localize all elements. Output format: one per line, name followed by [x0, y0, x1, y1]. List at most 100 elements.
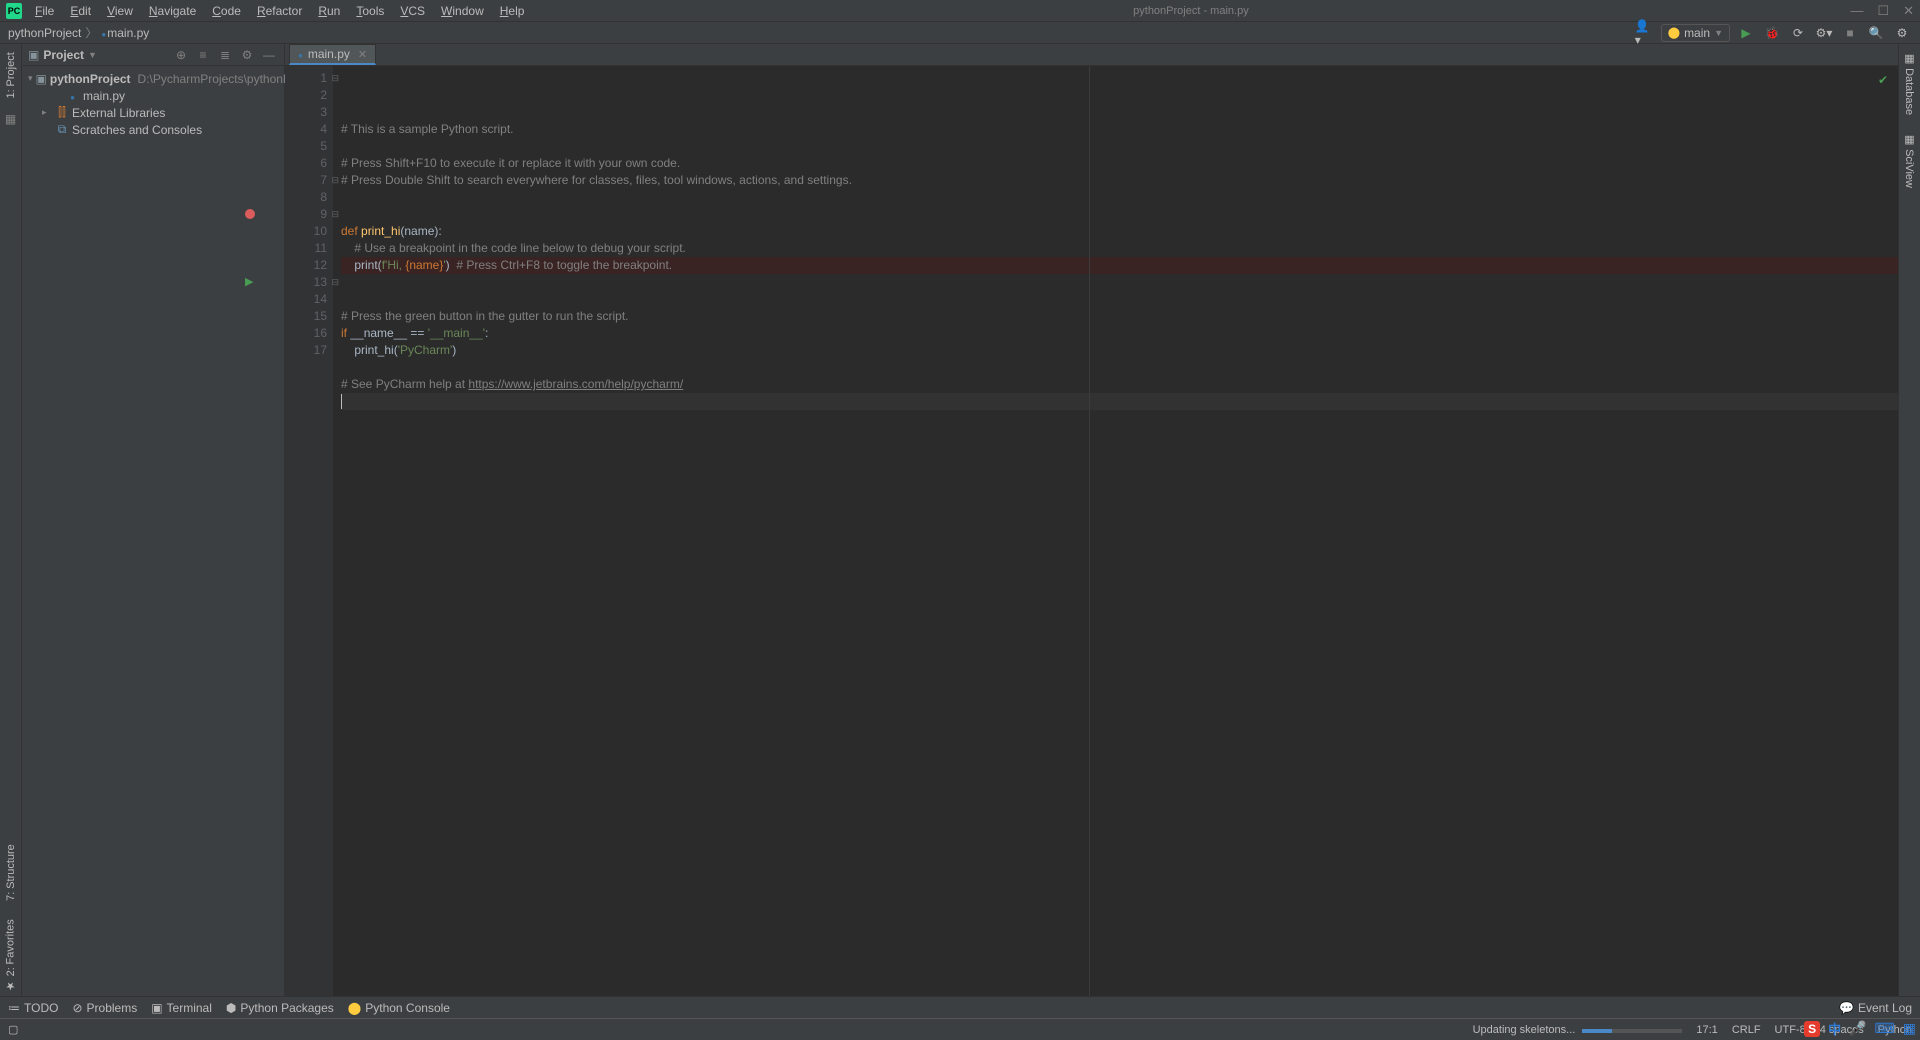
app-icon: PC	[6, 3, 22, 19]
tree-root[interactable]: ▾ ▣ pythonProject D:\PycharmProjects\pyt…	[22, 70, 284, 87]
library-icon: ⫿⫿	[55, 105, 69, 120]
structure-tool-tab[interactable]: 7: Structure	[5, 840, 17, 905]
menu-run[interactable]: Run	[311, 2, 347, 20]
user-icon[interactable]: 👤▾	[1635, 23, 1655, 43]
tab-label: main.py	[308, 47, 350, 61]
tree-file-main[interactable]: main.py	[22, 87, 284, 104]
chevron-down-icon: ▼	[1714, 28, 1723, 38]
margin-guide	[1089, 66, 1090, 996]
sciview-tool-tab[interactable]: ▦ SciView	[1903, 129, 1916, 192]
run-button[interactable]: ▶	[1736, 23, 1756, 43]
minimize-button[interactable]: —	[1850, 3, 1863, 19]
breadcrumb-file[interactable]: main.py	[107, 26, 149, 40]
editor-tabs: main.py ✕	[285, 44, 1898, 66]
breakpoint-icon[interactable]	[245, 209, 255, 219]
main-content: 1: Project ▦ 7: Structure ★ 2: Favorites…	[0, 44, 1920, 996]
problems-tool[interactable]: ⊘Problems	[72, 1001, 137, 1015]
menu-help[interactable]: Help	[493, 2, 532, 20]
editor-code[interactable]: # This is a sample Python script.# Press…	[333, 66, 1898, 996]
microphone-icon[interactable]: 🎤	[1849, 1020, 1866, 1037]
bottom-tool-bar: ≔TODO ⊘Problems ▣Terminal ⬢Python Packag…	[0, 996, 1920, 1018]
menu-refactor[interactable]: Refactor	[250, 2, 309, 20]
python-file-icon	[298, 47, 304, 61]
sogou-ime-icon[interactable]: S	[1804, 1021, 1820, 1037]
file-encoding[interactable]: UTF-8	[1775, 1024, 1806, 1036]
terminal-tool[interactable]: ▣Terminal	[151, 1001, 212, 1015]
chevron-right-icon: ▸	[42, 107, 52, 118]
ime-language-icon[interactable]: 中	[1828, 1019, 1841, 1038]
menu-vcs[interactable]: VCS	[393, 2, 432, 20]
inspection-ok-icon[interactable]: ✔	[1878, 72, 1888, 89]
status-bar: ▢ Updating skeletons... 17:1 CRLF UTF-8 …	[0, 1018, 1920, 1040]
menu-code[interactable]: Code	[205, 2, 248, 20]
menu-navigate[interactable]: Navigate	[142, 2, 203, 20]
project-panel-header: ▣ Project ▼ ⊕ ≡ ≣ ⚙ —	[22, 44, 284, 66]
hide-icon[interactable]: —	[260, 48, 278, 62]
settings-button[interactable]: ⚙	[1892, 23, 1912, 43]
expand-all-icon[interactable]: ≡	[194, 48, 212, 62]
caret-position[interactable]: 17:1	[1696, 1024, 1717, 1036]
todo-tool[interactable]: ≔TODO	[8, 1001, 58, 1015]
chevron-down-icon[interactable]: ▼	[88, 50, 97, 60]
list-icon: ≔	[8, 1001, 20, 1015]
window-controls: — ☐ ✕	[1850, 3, 1914, 19]
code-editor[interactable]: 1⊟234567⊟89⊟10111213▶⊟14151617 # This is…	[285, 66, 1898, 996]
stop-button: ■	[1840, 23, 1860, 43]
commit-tool-icon[interactable]: ▦	[5, 112, 16, 126]
menu-tools[interactable]: Tools	[349, 2, 391, 20]
main-menu: FileEditViewNavigateCodeRefactorRunTools…	[28, 2, 531, 20]
editor-tab-main[interactable]: main.py ✕	[289, 44, 376, 65]
breadcrumb-separator: 〉	[85, 24, 97, 41]
external-libraries-label: External Libraries	[72, 106, 165, 120]
system-tray: S 中 🎤 ⌨ ▦	[1804, 1019, 1916, 1038]
project-tool-tab[interactable]: 1: Project	[5, 48, 17, 102]
tree-scratches[interactable]: ⧉ Scratches and Consoles	[22, 121, 284, 138]
run-with-coverage-button[interactable]: ⟳	[1788, 23, 1808, 43]
search-everywhere-button[interactable]: 🔍	[1866, 23, 1886, 43]
menu-view[interactable]: View	[100, 2, 140, 20]
breadcrumb-project[interactable]: pythonProject	[8, 26, 81, 40]
project-panel: ▣ Project ▼ ⊕ ≡ ≣ ⚙ — ▾ ▣ pythonProject …	[22, 44, 285, 996]
python-file-icon	[66, 89, 80, 103]
settings-icon[interactable]: ⚙	[238, 48, 256, 62]
project-tree: ▾ ▣ pythonProject D:\PycharmProjects\pyt…	[22, 66, 284, 142]
tree-external-libraries[interactable]: ▸ ⫿⫿ External Libraries	[22, 104, 284, 121]
run-gutter-icon[interactable]: ▶	[245, 274, 253, 291]
project-panel-title: Project	[43, 48, 84, 62]
window-title: pythonProject - main.py	[531, 5, 1850, 17]
packages-icon: ⬢	[226, 1001, 236, 1015]
folder-icon: ▣	[36, 72, 47, 86]
terminal-icon: ▣	[151, 1001, 162, 1015]
editor-area: main.py ✕ 1⊟234567⊟89⊟10111213▶⊟14151617…	[285, 44, 1898, 996]
left-tool-rail: 1: Project ▦ 7: Structure ★ 2: Favorites	[0, 44, 22, 996]
menu-file[interactable]: File	[28, 2, 61, 20]
speech-icon: 💬	[1839, 1001, 1854, 1015]
title-bar: PC FileEditViewNavigateCodeRefactorRunTo…	[0, 0, 1920, 22]
maximize-button[interactable]: ☐	[1877, 3, 1889, 19]
debug-button[interactable]: 🐞	[1762, 23, 1782, 43]
apps-grid-icon[interactable]: ▦	[1903, 1020, 1916, 1037]
alert-icon: ⊘	[72, 1001, 82, 1015]
progress-bar	[1582, 1029, 1682, 1033]
collapse-all-icon[interactable]: ≣	[216, 48, 234, 62]
profile-button[interactable]: ⚙▾	[1814, 23, 1834, 43]
event-log-tool[interactable]: 💬Event Log	[1839, 1001, 1912, 1015]
favorites-tool-tab[interactable]: ★ 2: Favorites	[4, 915, 17, 996]
menu-window[interactable]: Window	[434, 2, 491, 20]
editor-gutter[interactable]: 1⊟234567⊟89⊟10111213▶⊟14151617	[285, 66, 333, 996]
close-button[interactable]: ✕	[1903, 3, 1914, 19]
close-tab-icon[interactable]: ✕	[358, 48, 367, 61]
line-separator[interactable]: CRLF	[1732, 1024, 1761, 1036]
keyboard-icon[interactable]: ⌨	[1875, 1020, 1895, 1037]
locate-icon[interactable]: ⊕	[172, 48, 190, 62]
menu-edit[interactable]: Edit	[63, 2, 98, 20]
scratches-label: Scratches and Consoles	[72, 123, 202, 137]
scratches-icon: ⧉	[55, 122, 69, 137]
database-tool-tab[interactable]: ▦ Database	[1903, 48, 1916, 119]
python-packages-tool[interactable]: ⬢Python Packages	[226, 1001, 334, 1015]
project-root-name: pythonProject	[50, 72, 131, 86]
background-task-status[interactable]: Updating skeletons...	[1473, 1024, 1683, 1036]
tool-window-toggle-icon[interactable]: ▢	[8, 1023, 18, 1036]
python-console-tool[interactable]: ⬤Python Console	[348, 1001, 450, 1015]
run-configuration-selector[interactable]: ⬤ main ▼	[1661, 24, 1730, 42]
